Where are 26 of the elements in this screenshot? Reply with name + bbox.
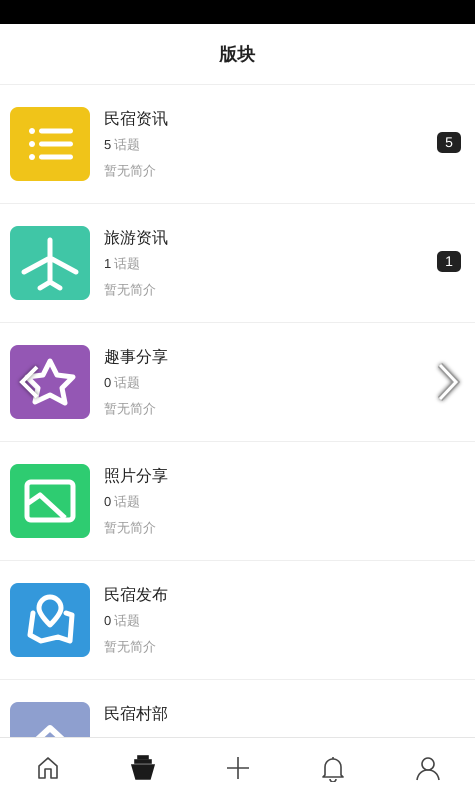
board-title: 趣事分享 <box>104 348 169 368</box>
topic-count: 5 <box>104 136 112 154</box>
topic-label: 话题 <box>114 374 140 392</box>
board-description: 暂无简介 <box>104 281 157 299</box>
board-description: 暂无简介 <box>104 400 157 418</box>
person-icon[interactable] <box>414 754 442 782</box>
board-title: 照片分享 <box>104 466 169 487</box>
page-title: 版块 <box>220 43 256 66</box>
topic-count: 1 <box>104 255 112 273</box>
layers-icon[interactable] <box>128 754 156 782</box>
board-title: 民宿发布 <box>104 586 169 606</box>
topic-count: 0 <box>104 612 112 630</box>
topic-label: 话题 <box>114 136 140 154</box>
board-description: 暂无简介 <box>104 638 157 656</box>
board-description: 暂无简介 <box>104 519 157 537</box>
topic-count: 0 <box>104 374 112 392</box>
unread-badge: 1 <box>437 250 461 272</box>
board-title: 旅游资讯 <box>104 228 169 249</box>
board-title: 民宿资讯 <box>104 110 169 130</box>
board-description: 暂无简介 <box>104 162 157 180</box>
topic-label: 话题 <box>114 493 140 511</box>
topic-count: 0 <box>104 493 112 511</box>
topic-label: 话题 <box>114 255 140 273</box>
board-title: 民宿村部 <box>104 704 169 725</box>
unread-badge: 5 <box>437 132 461 152</box>
topic-label: 话题 <box>114 612 140 630</box>
